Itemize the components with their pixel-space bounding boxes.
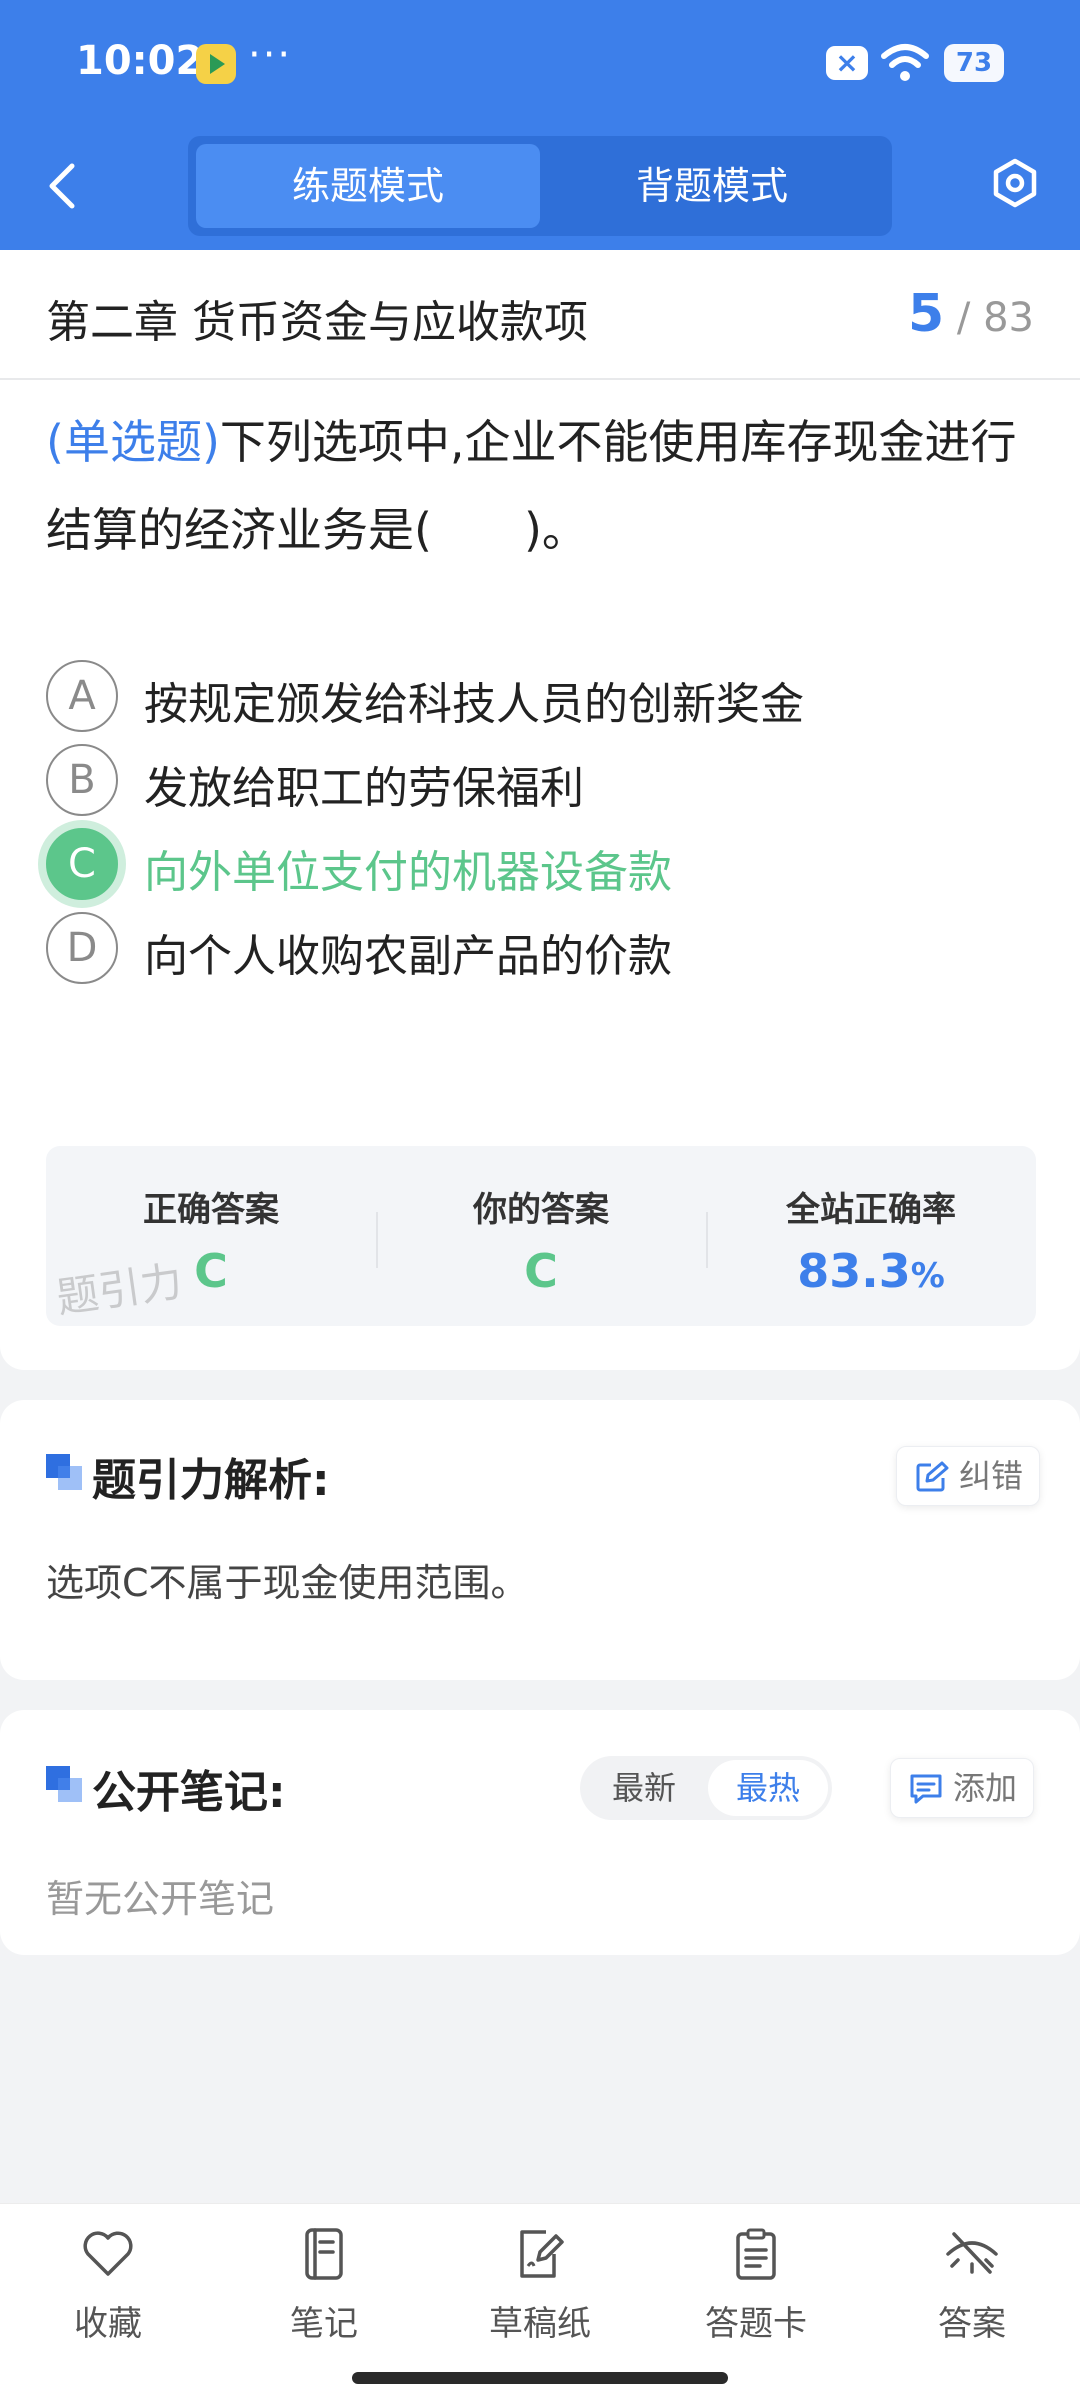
- tab-recite-mode[interactable]: 背题模式: [540, 144, 884, 228]
- app-notification-icon: [196, 44, 236, 84]
- notes-label: 笔记: [290, 2304, 358, 2344]
- eye-off-icon: [946, 2232, 998, 2274]
- notebook-icon: [305, 2228, 343, 2280]
- hexagon-settings-icon[interactable]: [990, 158, 1040, 208]
- your-answer-label: 你的答案: [473, 1190, 609, 1230]
- option-letter: B: [46, 744, 118, 816]
- home-indicator[interactable]: [352, 2372, 728, 2384]
- show-answer-label: 答案: [938, 2304, 1006, 2344]
- chapter-row: 第二章 货币资金与应收款项 5 / 83: [0, 250, 1080, 380]
- sort-hot[interactable]: 最热: [708, 1760, 828, 1816]
- accuracy-label: 全站正确率: [786, 1190, 956, 1230]
- heart-icon: [83, 2231, 133, 2276]
- notes-sort-switch: 最新 最热: [580, 1756, 832, 1820]
- option-letter: A: [46, 660, 118, 732]
- question-page: 10:02 ··· × 73 练题模式 背题模式 第二章 货币资金与应收款项 5…: [0, 0, 1080, 2400]
- status-bar: 10:02 ··· × 73: [0, 0, 1080, 125]
- tab-practice-mode[interactable]: 练题模式: [196, 144, 540, 228]
- more-notifications-icon: ···: [248, 32, 293, 78]
- option-d[interactable]: D 向个人收购农副产品的价款: [46, 908, 1036, 988]
- question-card: 第二章 货币资金与应收款项 5 / 83 (单选题)下列选项中,企业不能使用库存…: [0, 250, 1080, 1370]
- option-letter: D: [46, 912, 118, 984]
- question-progress[interactable]: 5 / 83: [908, 284, 1034, 344]
- notes-button[interactable]: 笔记: [244, 2226, 404, 2356]
- answer-card-icon: [736, 2228, 776, 2280]
- chevron-left-icon[interactable]: [40, 158, 86, 214]
- mode-switch: 练题模式 背题模式: [188, 136, 892, 236]
- draft-paper-button[interactable]: 草稿纸: [460, 2226, 620, 2356]
- add-note-label: 添加: [953, 1769, 1018, 1807]
- option-letter: C: [46, 828, 118, 900]
- report-error-label: 纠错: [959, 1457, 1024, 1495]
- section-marker-icon: [46, 1454, 84, 1492]
- status-time: 10:02: [76, 38, 204, 84]
- draft-paper-label: 草稿纸: [489, 2304, 591, 2344]
- notes-title: 公开笔记:: [92, 1767, 286, 1818]
- bottom-toolbar: 收藏 笔记 草稿纸 答题卡 答案: [0, 2203, 1080, 2400]
- progress-total: 83: [983, 295, 1034, 341]
- progress-separator: /: [956, 295, 971, 341]
- question-stem: (单选题)下列选项中,企业不能使用库存现金进行结算的经济业务是( )。: [46, 398, 1041, 574]
- edit-icon: [916, 1461, 949, 1492]
- accuracy-column: 全站正确率 83.3%: [706, 1146, 1036, 1326]
- wifi-icon: [881, 44, 929, 81]
- battery-indicator: 73: [944, 44, 1004, 82]
- comment-icon: [910, 1774, 942, 1804]
- accuracy-unit: %: [910, 1256, 945, 1296]
- add-note-button[interactable]: 添加: [890, 1758, 1035, 1818]
- analysis-text: 选项C不属于现金使用范围。: [46, 1561, 529, 1605]
- progress-current: 5: [907, 284, 945, 344]
- section-marker-icon: [46, 1766, 84, 1804]
- chapter-title: 第二章 货币资金与应收款项: [46, 297, 588, 348]
- analysis-title: 题引力解析:: [92, 1455, 330, 1506]
- answer-card-label: 答题卡: [705, 2304, 807, 2344]
- report-error-button[interactable]: 纠错: [896, 1446, 1041, 1506]
- show-answer-button[interactable]: 答案: [892, 2226, 1052, 2356]
- option-text: 向个人收购农副产品的价款: [144, 931, 672, 982]
- top-header: 10:02 ··· × 73 练题模式 背题模式: [0, 0, 1080, 250]
- your-answer-column: 你的答案 C: [376, 1146, 706, 1326]
- answer-card-button[interactable]: 答题卡: [676, 2226, 836, 2356]
- x-box-icon: ×: [826, 46, 868, 80]
- answer-summary: 正确答案 C 你的答案 C 全站正确率 83.3% 题引力: [46, 1146, 1036, 1326]
- accuracy-number: 83.3: [797, 1244, 911, 1298]
- draft-paper-icon: [520, 2230, 564, 2278]
- notes-empty-text: 暂无公开笔记: [46, 1877, 275, 1921]
- notes-card: 公开笔记: 最新 最热 添加 暂无公开笔记: [0, 1710, 1080, 1955]
- question-type: (单选题): [46, 415, 220, 469]
- accuracy-value: 83.3%: [706, 1244, 1036, 1298]
- sort-latest[interactable]: 最新: [584, 1760, 704, 1816]
- option-text: 按规定颁发给科技人员的创新奖金: [144, 679, 804, 730]
- option-text: 向外单位支付的机器设备款: [144, 847, 672, 898]
- analysis-card: 题引力解析: 纠错 选项C不属于现金使用范围。: [0, 1400, 1080, 1680]
- option-c[interactable]: C 向外单位支付的机器设备款: [46, 824, 1036, 904]
- option-a[interactable]: A 按规定颁发给科技人员的创新奖金: [46, 656, 1036, 736]
- favorite-label: 收藏: [74, 2304, 142, 2344]
- correct-answer-label: 正确答案: [143, 1190, 279, 1230]
- your-answer-value: C: [524, 1244, 558, 1298]
- option-text: 发放给职工的劳保福利: [144, 763, 584, 814]
- favorite-button[interactable]: 收藏: [28, 2226, 188, 2356]
- option-b[interactable]: B 发放给职工的劳保福利: [46, 740, 1036, 820]
